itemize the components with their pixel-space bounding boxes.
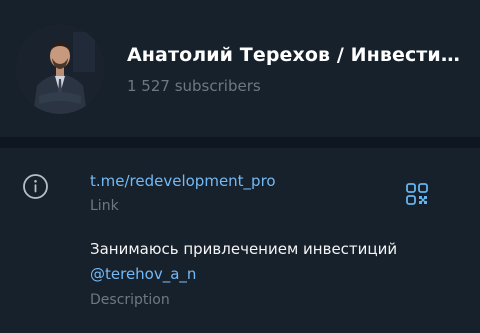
avatar[interactable] (15, 24, 105, 114)
avatar-photo (15, 24, 105, 114)
description-label: Description (90, 292, 170, 308)
qr-code-icon[interactable] (406, 183, 428, 205)
channel-link[interactable]: t.me/redevelopment_pro (90, 172, 276, 190)
channel-title: Анатолий Терехов / Инвестиции… (127, 44, 467, 66)
info-icon (23, 174, 48, 199)
description-text: Занимаюсь привлечением инвестиций (90, 240, 398, 258)
subscriber-count: 1 527 subscribers (127, 77, 261, 95)
description-mention-link[interactable]: @terehov_a_n (90, 265, 196, 283)
link-label: Link (90, 198, 119, 214)
channel-header: Анатолий Терехов / Инвестиции… 1 527 sub… (0, 0, 480, 137)
section-divider (0, 137, 480, 148)
